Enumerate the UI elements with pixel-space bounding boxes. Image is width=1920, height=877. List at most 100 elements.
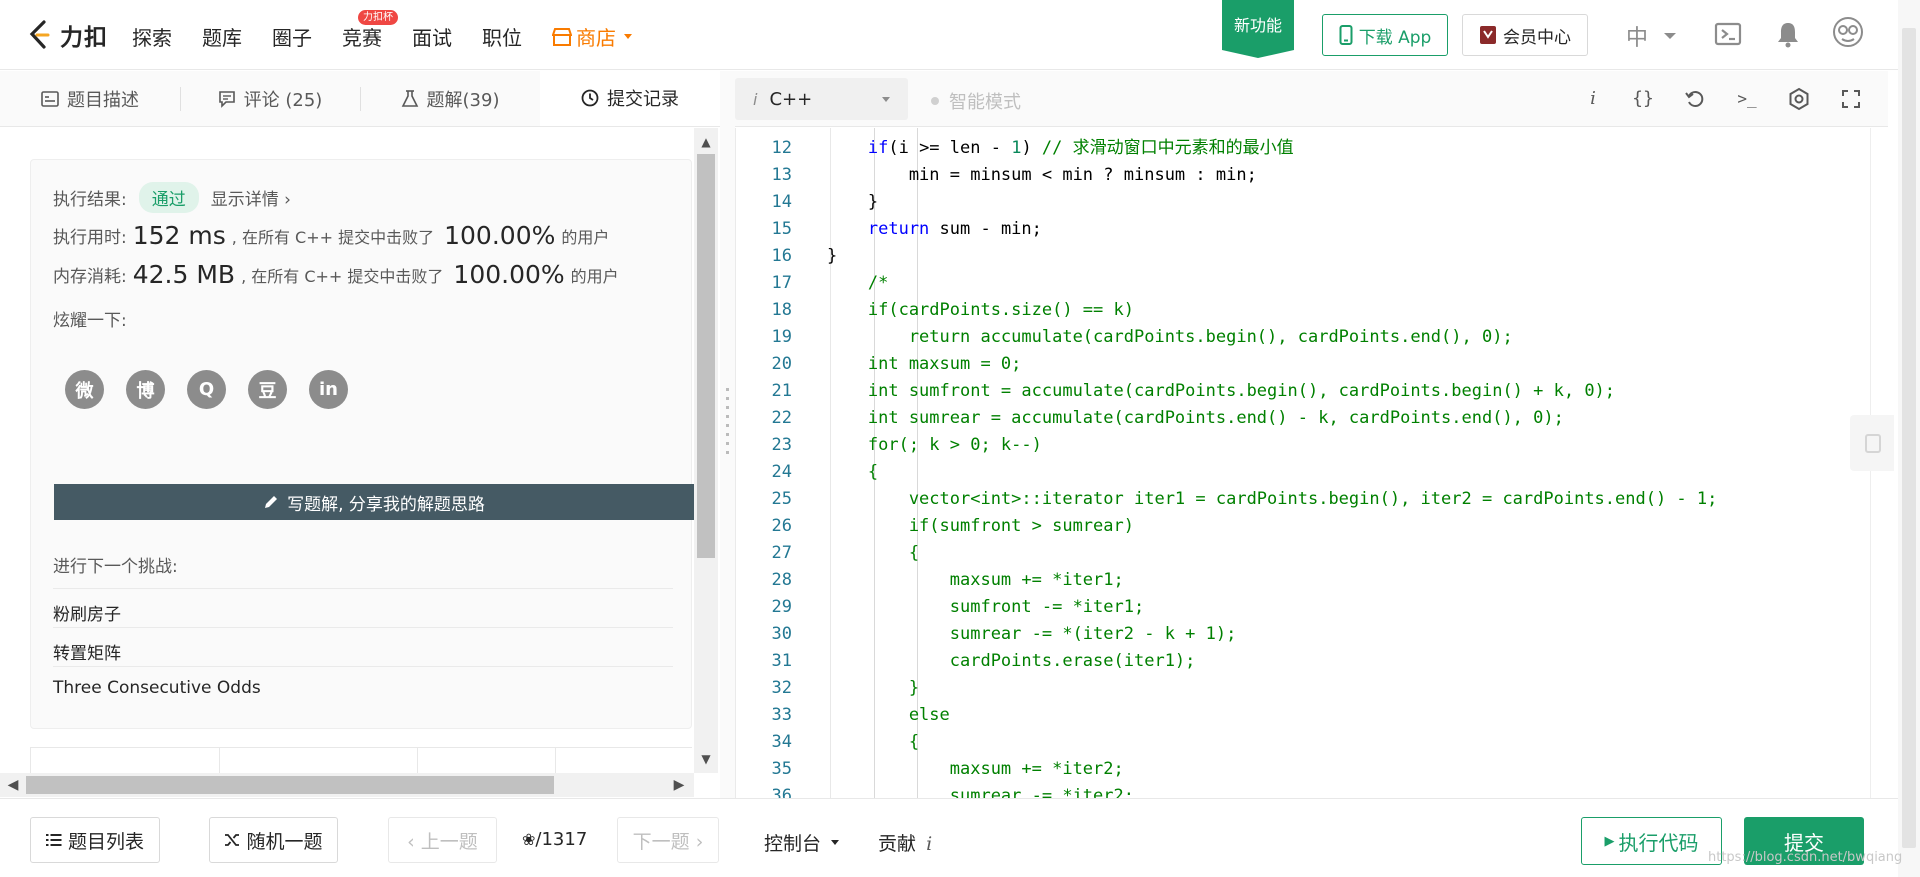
code-line[interactable]: 32 } [736,675,1870,702]
tab-description[interactable]: 题目描述 [0,71,180,126]
next-problem-button[interactable]: 下一题 › [617,817,719,863]
logo-text: 力扣 [60,25,108,51]
wechat-icon[interactable]: 微 [65,370,104,409]
code-line[interactable]: 20 int maxsum = 0; [736,351,1870,378]
nav-problems[interactable]: 题库 [202,22,242,51]
reset-icon[interactable] [1683,87,1707,111]
code-line[interactable]: 17 /* [736,270,1870,297]
code-line[interactable]: 36 sumrear -= *iter2; [736,783,1870,798]
vip-center-button[interactable]: 会员中心 [1462,14,1588,56]
code-line[interactable]: 18 if(cardPoints.size() == k) [736,297,1870,324]
share-icons: 微 博 Q 豆 in [65,370,348,409]
terminal-icon[interactable]: >_ [1735,87,1759,111]
scrollbar-thumb[interactable] [26,776,554,794]
code-line[interactable]: 33 else [736,702,1870,729]
floating-copy-button[interactable] [1850,415,1894,471]
shuffle-icon [225,834,240,846]
code-line[interactable]: 29 sumfront -= *iter1; [736,594,1870,621]
problem-list-button[interactable]: 题目列表 [30,817,160,863]
left-horizontal-scrollbar[interactable]: ◀ ▶ [0,773,694,797]
line-number: 36 [771,786,792,798]
code-line[interactable]: 34 { [736,729,1870,756]
qq-icon[interactable]: Q [187,370,226,409]
code-token: int maxsum = 0; [786,354,1022,374]
scrollbar-thumb[interactable] [697,154,715,558]
nav-interview[interactable]: 面试 [412,22,452,51]
code-line[interactable]: 15 return sum - min; [736,216,1870,243]
code-text: return sum - min; [786,216,1042,243]
braces-format-icon[interactable]: {} [1631,87,1655,111]
editor-toolbar: i C++ 智能模式 i {} >_ [735,71,1888,127]
panel-resize-handle[interactable] [720,71,735,798]
douban-icon[interactable]: 豆 [248,370,287,409]
logo[interactable]: 力扣 [28,18,108,52]
playground-icon[interactable] [1714,20,1742,48]
nav-jobs[interactable]: 职位 [482,22,522,51]
info-icon[interactable]: i [1581,87,1605,111]
console-toggle[interactable]: 控制台 [764,829,840,856]
scroll-right-arrow-icon[interactable]: ▶ [672,778,686,792]
scroll-up-arrow-icon[interactable]: ▲ [700,136,712,148]
run-code-button[interactable]: ▶ 执行代码 [1581,817,1722,865]
code-line[interactable]: 31 cardPoints.erase(iter1); [736,648,1870,675]
code-text: for(; k > 0; k--) [786,432,1042,459]
random-problem-button[interactable]: 随机一题 [209,817,338,863]
code-line[interactable]: 27 { [736,540,1870,567]
language-select[interactable]: i C++ [735,78,908,120]
code-line[interactable]: 35 maxsum += *iter2; [736,756,1870,783]
code-token: { [786,462,879,482]
code-line[interactable]: 24 { [736,459,1870,486]
next-challenge-item[interactable]: Three Consecutive Odds [53,666,673,714]
code-line[interactable]: 22 int sumrear = accumulate(cardPoints.e… [736,405,1870,432]
code-token: (i >= len - [888,138,1012,158]
show-details-link[interactable]: 显示详情 › [211,185,291,210]
page-scrollbar[interactable] [1898,0,1920,877]
code-token: sum - min; [929,219,1042,239]
code-token: maxsum += *iter2; [786,759,1124,779]
code-line[interactable]: 16 } [736,243,1870,270]
gear-icon[interactable] [1787,87,1811,111]
scrollbar-thumb[interactable] [1902,28,1916,848]
nav-circle[interactable]: 圈子 [272,22,312,51]
memory-mid-text: , 在所有 C++ 提交中击败了 [241,266,444,286]
weibo-icon[interactable]: 博 [126,370,165,409]
contribute-link[interactable]: 贡献 i [878,829,932,856]
left-vertical-scrollbar[interactable]: ▲ ▼ [694,128,718,773]
write-solution-button[interactable]: 写题解, 分享我的解题思路 [54,484,694,520]
scroll-left-arrow-icon[interactable]: ◀ [6,778,20,792]
code-editor[interactable]: 12 if(i >= len - 1) // 求滑动窗口中元素和的最小值 13 m… [735,128,1870,798]
code-line[interactable]: 25 vector<int>::iterator iter1 = cardPoi… [736,486,1870,513]
scroll-down-arrow-icon[interactable]: ▼ [700,753,712,765]
bell-icon[interactable] [1776,20,1800,48]
code-line[interactable]: 28 maxsum += *iter1; [736,567,1870,594]
code-line[interactable]: 23 for(; k > 0; k--) [736,432,1870,459]
tab-solutions[interactable]: 题解(39) [360,71,540,126]
code-token: { [786,732,920,752]
linkedin-icon[interactable]: in [309,370,348,409]
new-feature-ribbon[interactable]: 新功能 [1222,0,1294,58]
prev-problem-button[interactable]: ‹ 上一题 [388,817,497,863]
code-line[interactable]: 19 return accumulate(cardPoints.begin(),… [736,324,1870,351]
nav-contest-label: 竞赛 [342,26,382,50]
nav-contest[interactable]: 竞赛 力扣杯 [342,10,398,51]
tab-comments[interactable]: 评论 (25) [180,71,360,126]
avatar[interactable] [1832,16,1864,48]
clock-icon [581,89,599,106]
code-line[interactable]: 14 } [736,189,1870,216]
tab-submissions[interactable]: 提交记录 [540,71,720,126]
code-line[interactable]: 30 sumrear -= *(iter2 - k + 1); [736,621,1870,648]
language-switch[interactable]: 中 [1626,20,1677,52]
nav-explore[interactable]: 探索 [132,22,172,51]
nav-store[interactable]: 商店 [552,22,632,51]
smart-mode-toggle[interactable]: 智能模式 [931,88,1021,114]
fullscreen-icon[interactable] [1839,87,1863,111]
code-line[interactable]: 13 min = minsum < min ? minsum : min; [736,162,1870,189]
code-line[interactable]: 26 if(sumfront > sumrear) [736,513,1870,540]
code-token: maxsum += *iter1; [786,570,1124,590]
download-app-button[interactable]: 下载 App [1322,14,1448,56]
code-text: if(i >= len - 1) // 求滑动窗口中元素和的最小值 [786,135,1294,162]
comment-icon [218,90,235,108]
code-line[interactable]: 12 if(i >= len - 1) // 求滑动窗口中元素和的最小值 [736,135,1870,162]
code-text: cardPoints.erase(iter1); [786,648,1196,675]
code-line[interactable]: 21 int sumfront = accumulate(cardPoints.… [736,378,1870,405]
